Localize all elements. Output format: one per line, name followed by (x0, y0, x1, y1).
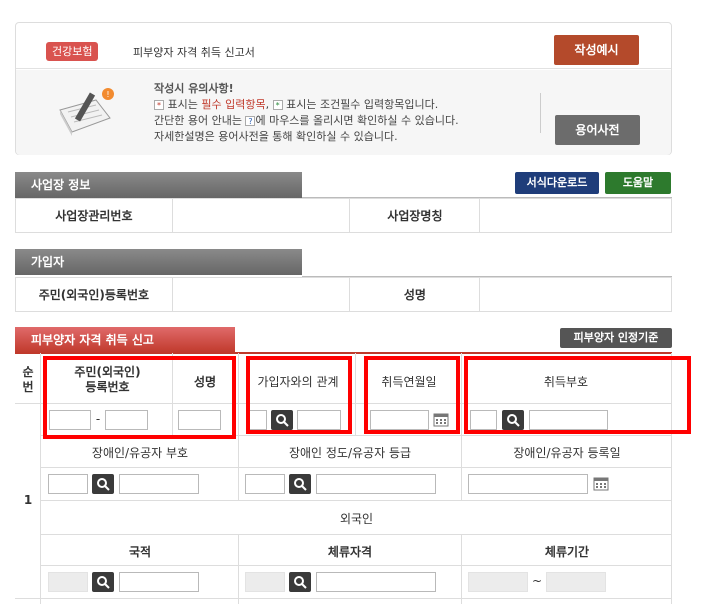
workplace-section-title: 사업장 정보 (15, 172, 302, 198)
residence-status-name-input[interactable] (316, 572, 436, 592)
notice-text: 작성시 유의사항! * 표시는 필수 입력항목, * 표시는 조건필수 입력항목… (154, 81, 459, 145)
workplace-name-value (479, 198, 672, 233)
conditional-mark-icon: * (272, 100, 283, 110)
residence-status-code-input[interactable] (245, 572, 285, 592)
notice-line2-a: 간단한 용어 안내는 (154, 114, 242, 127)
required-mark-icon: * (154, 100, 164, 110)
workplace-mgmt-no-value (171, 198, 351, 233)
nationality-search-icon[interactable] (92, 572, 114, 592)
grid-line (40, 534, 672, 535)
highlight-code (464, 356, 691, 434)
disabled-code-name-input[interactable] (119, 474, 199, 494)
highlight-id-name (43, 356, 236, 439)
notepad-pen-icon: ! (59, 88, 114, 136)
disabled-date-label: 장애인/유공자 등록일 (513, 446, 621, 460)
example-button[interactable]: 작성예시 (554, 35, 639, 65)
download-form-button[interactable]: 서식다운로드 (515, 172, 599, 194)
notice-divider (540, 93, 541, 133)
disabled-grade-label: 장애인 정도/유공자 등급 (288, 446, 412, 460)
disabled-date-input[interactable] (468, 474, 588, 494)
disabled-code-label: 장애인/유공자 부호 (91, 446, 189, 460)
form-header: 건강보험 피부양자 자격 취득 신고서 작성예시 (16, 23, 671, 69)
highlight-date (364, 356, 460, 434)
subscriber-section-title: 가입자 (15, 249, 302, 275)
workplace-name-label: 사업장명칭 (349, 198, 481, 233)
seq-header: 순 번 (22, 365, 34, 394)
notice-line-3: 자세한설명은 용어사전을 통해 확인하실 수 있습니다. (154, 130, 398, 143)
dependent-section-title: 피부양자 자격 취득 신고 (15, 327, 235, 353)
subscriber-table: 주민(외국인)등록번호 성명 (15, 277, 672, 312)
residence-status-search-icon[interactable] (289, 572, 311, 592)
grid-line (461, 534, 462, 604)
form-title: 피부양자 자격 취득 신고서 (133, 46, 255, 59)
row-number: 1 (23, 493, 33, 507)
notice-text-c: 표시는 조건필수 입력항목입니다. (286, 98, 439, 111)
nationality-name-input[interactable] (119, 572, 199, 592)
residence-start-input[interactable] (468, 572, 528, 592)
subscriber-name-value (479, 277, 672, 312)
svg-text:!: ! (106, 90, 109, 99)
grid-line (238, 534, 239, 604)
highlight-relation (246, 356, 352, 434)
disabled-code-search-icon[interactable] (92, 474, 114, 494)
grid-line (40, 467, 672, 468)
notice-title: 작성시 유의사항! (154, 82, 234, 95)
nationality-code-input[interactable] (48, 572, 88, 592)
grid-line (238, 353, 239, 500)
disabled-code-input[interactable] (48, 474, 88, 494)
notice-text-a: 표시는 (167, 98, 198, 111)
subscriber-id-value (171, 277, 351, 312)
workplace-mgmt-no-label: 사업장관리번호 (15, 198, 173, 233)
notice-line-2: 간단한 용어 안내는 ? 에 마우스를 올리시면 확인하실 수 있습니다. (154, 113, 459, 129)
notice-line-1: * 표시는 필수 입력항목, * 표시는 조건필수 입력항목입니다. (154, 97, 459, 113)
grid-line (40, 353, 41, 604)
grid-line (355, 353, 356, 435)
grid-line (40, 565, 672, 566)
workplace-table: 사업장관리번호 사업장명칭 (15, 198, 672, 233)
insurance-badge: 건강보험 (46, 42, 99, 61)
grid-line (40, 500, 672, 501)
subscriber-id-label: 주민(외국인)등록번호 (15, 277, 173, 312)
residence-status-label: 체류자격 (327, 545, 373, 559)
help-question-icon: ? (245, 116, 256, 126)
calendar-icon[interactable] (593, 476, 609, 491)
form-info-box: 건강보험 피부양자 자격 취득 신고서 작성예시 ! 작성시 유의사항! * 표… (15, 22, 672, 155)
disabled-grade-name-input[interactable] (316, 474, 436, 494)
notice-comma: , (265, 98, 270, 111)
period-separator: ~ (531, 574, 543, 588)
residence-period-label: 체류기간 (544, 545, 590, 559)
nationality-label: 국적 (128, 545, 152, 559)
residence-end-input[interactable] (546, 572, 606, 592)
notice-panel: ! 작성시 유의사항! * 표시는 필수 입력항목, * 표시는 조건필수 입력… (16, 70, 671, 155)
notice-line2-b: 에 마우스를 올리시면 확인하실 수 있습니다. (255, 114, 459, 127)
required-label: 필수 입력항목 (201, 98, 266, 111)
criteria-button[interactable]: 피부양자 인정기준 (560, 328, 672, 348)
grid-line (15, 598, 672, 599)
subscriber-name-label: 성명 (349, 277, 481, 312)
glossary-button[interactable]: 용어사전 (555, 115, 640, 145)
disabled-grade-input[interactable] (245, 474, 285, 494)
help-button[interactable]: 도움말 (605, 172, 671, 194)
disabled-grade-search-icon[interactable] (289, 474, 311, 494)
foreigner-label: 외국인 (339, 512, 374, 526)
